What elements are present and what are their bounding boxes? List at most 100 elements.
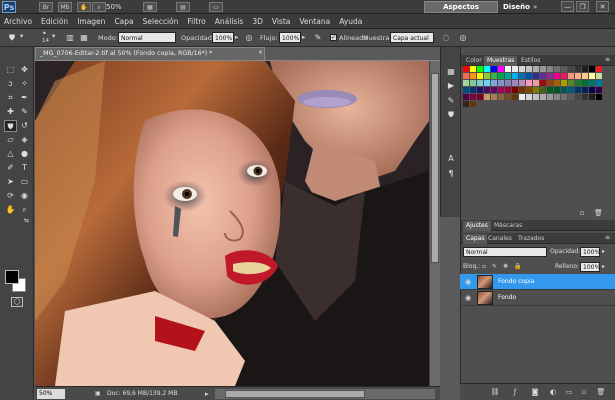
color-swatch[interactable] (477, 87, 483, 93)
paragraph-panel-icon[interactable]: ¶ (445, 168, 457, 180)
layer-row-fondo[interactable]: ◉ Fondo (460, 290, 615, 306)
menu-imagen[interactable]: Imagen (77, 17, 105, 26)
color-swatch[interactable] (554, 80, 560, 86)
visibility-eye-icon[interactable]: ◉ (463, 277, 473, 287)
color-swatch[interactable] (484, 80, 490, 86)
color-swatch[interactable] (505, 80, 511, 86)
color-swatch[interactable] (519, 73, 525, 79)
hand-tool-icon[interactable]: ✋ (4, 204, 17, 216)
lasso-tool-icon[interactable]: ↄ (4, 78, 17, 90)
menu-filtro[interactable]: Filtro (187, 17, 205, 26)
status-zoom-input[interactable]: 50% (37, 389, 65, 399)
color-swatch[interactable] (533, 94, 539, 100)
pen-tool-icon[interactable]: ✐ (4, 162, 17, 174)
color-swatch[interactable] (505, 73, 511, 79)
color-swatch[interactable] (519, 80, 525, 86)
view-extras-icon[interactable]: ▦ (143, 2, 157, 12)
quick-selection-tool-icon[interactable]: ✧ (18, 78, 31, 90)
color-swatch[interactable] (477, 73, 483, 79)
color-swatch[interactable] (554, 87, 560, 93)
visibility-eye-icon[interactable]: ◉ (463, 293, 473, 303)
close-button[interactable]: ✕ (596, 1, 609, 12)
color-swatch[interactable] (470, 101, 476, 107)
marquee-tool-icon[interactable]: ⬚ (4, 64, 17, 76)
color-swatch[interactable] (596, 87, 602, 93)
color-swatch[interactable] (547, 87, 553, 93)
close-document-icon[interactable]: × (258, 49, 264, 58)
color-swatch[interactable] (540, 66, 546, 72)
tab-capas[interactable]: Capas (463, 234, 488, 244)
color-swatch[interactable] (540, 80, 546, 86)
color-swatch[interactable] (554, 66, 560, 72)
color-swatch[interactable] (484, 87, 490, 93)
tab-muestras[interactable]: Muestras (484, 56, 518, 66)
menu-archivo[interactable]: Archivo (4, 17, 32, 26)
muestra-select[interactable]: Capa actual (390, 32, 434, 43)
arrange-documents-icon[interactable]: ▤ (176, 2, 190, 12)
color-swatch[interactable] (540, 73, 546, 79)
dodge-tool-icon[interactable]: ● (18, 148, 31, 160)
color-swatch[interactable] (512, 94, 518, 100)
color-swatch[interactable] (575, 87, 581, 93)
color-swatch[interactable] (519, 66, 525, 72)
color-swatch[interactable] (554, 73, 560, 79)
minibridge-icon[interactable]: Mb (58, 2, 72, 12)
color-swatch[interactable] (470, 73, 476, 79)
color-swatch[interactable] (561, 80, 567, 86)
clone-source-panel-icon[interactable]: ⛊ (445, 109, 457, 121)
color-swatch[interactable] (596, 80, 602, 86)
color-swatch[interactable] (463, 66, 469, 72)
flujo-input[interactable]: 100% (279, 32, 301, 43)
bridge-icon[interactable]: Br (39, 2, 53, 12)
history-brush-tool-icon[interactable]: ↺ (18, 120, 31, 132)
link-layers-icon[interactable]: ⛓ (490, 387, 500, 397)
color-swatch[interactable] (519, 87, 525, 93)
opacidad-chevron-icon[interactable]: ▸ (235, 32, 238, 42)
character-panel-icon[interactable]: A (445, 153, 457, 165)
color-swatch[interactable] (463, 87, 469, 93)
color-swatch[interactable] (568, 80, 574, 86)
color-swatch[interactable] (491, 73, 497, 79)
eyedropper-tool-icon[interactable]: ✒ (18, 92, 31, 104)
document-tab[interactable]: _MG_0706-Editar-2.tif al 50% (Fondo copi… (35, 47, 265, 60)
new-adjustment-layer-icon[interactable]: ◐ (548, 387, 558, 397)
color-swatch[interactable] (512, 66, 518, 72)
quick-mask-icon[interactable]: ◯ (11, 297, 23, 307)
color-swatch[interactable] (561, 66, 567, 72)
move-tool-icon[interactable]: ✥ (18, 64, 31, 76)
relleno-input[interactable]: 100% (580, 262, 600, 272)
zoom-level-select[interactable]: 50% (106, 2, 136, 12)
color-swatch[interactable] (463, 80, 469, 86)
horizontal-scroll-thumb[interactable] (225, 390, 365, 398)
foreground-color-swatch[interactable] (5, 270, 19, 284)
swatches-grid[interactable] (463, 66, 603, 118)
shape-tool-icon[interactable]: ▭ (18, 176, 31, 188)
clone-source-icon[interactable]: ▦ (78, 32, 90, 44)
zoom-tool-icon[interactable]: ⌕ (18, 204, 31, 216)
color-swatch[interactable] (498, 80, 504, 86)
color-swatch[interactable] (575, 66, 581, 72)
menu-analisis[interactable]: Análisis (215, 17, 244, 26)
color-swatch[interactable] (568, 73, 574, 79)
lock-position-icon[interactable]: ✥ (503, 262, 508, 272)
color-swatch[interactable] (547, 73, 553, 79)
3d-orbit-tool-icon[interactable]: ◉ (18, 190, 31, 202)
menu-seleccion[interactable]: Selección (143, 17, 179, 26)
color-swatch[interactable] (596, 66, 602, 72)
flujo-chevron-icon[interactable]: ▸ (302, 32, 305, 42)
color-swatch[interactable] (519, 94, 525, 100)
color-swatch[interactable] (491, 66, 497, 72)
color-swatch[interactable] (477, 94, 483, 100)
workspace-design-button[interactable]: Diseño (503, 2, 531, 12)
color-swatch[interactable] (582, 73, 588, 79)
workspace-essentials-button[interactable]: Aspectos esenciales (424, 1, 498, 22)
color-swatch[interactable] (498, 87, 504, 93)
layer-style-icon[interactable]: ƒ (510, 387, 520, 397)
layer-opacidad-chevron-icon[interactable]: ▸ (602, 247, 605, 257)
menu-ventana[interactable]: Ventana (299, 17, 330, 26)
new-group-icon[interactable]: ▭ (564, 387, 574, 397)
path-selection-tool-icon[interactable]: ➤ (4, 176, 17, 188)
brush-tool-icon[interactable]: ✎ (18, 106, 31, 118)
tab-canales[interactable]: Canales (485, 234, 515, 244)
pressure-opacity-icon[interactable]: ◎ (243, 32, 255, 44)
